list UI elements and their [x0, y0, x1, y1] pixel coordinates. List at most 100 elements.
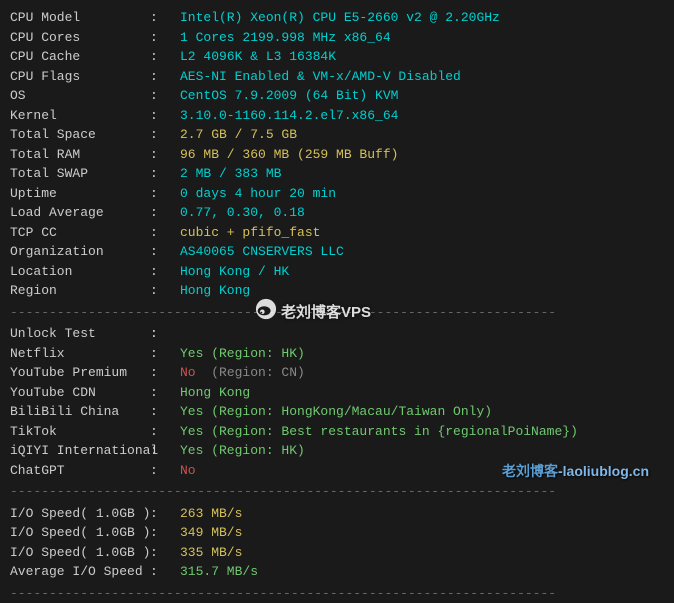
separator: : — [150, 145, 180, 165]
separator: : — [150, 324, 180, 344]
separator: : — [150, 523, 180, 543]
value: Yes (Region: HK) — [180, 441, 664, 461]
value: Intel(R) Xeon(R) CPU E5-2660 v2 @ 2.20GH… — [180, 8, 664, 28]
separator: : — [150, 223, 180, 243]
label: Organization — [10, 242, 150, 262]
row-os: OS: CentOS 7.9.2009 (64 Bit) KVM — [10, 86, 664, 106]
divider: ----------------------------------------… — [10, 584, 664, 603]
separator: : — [150, 363, 180, 383]
separator: : — [150, 125, 180, 145]
separator: : — [150, 86, 180, 106]
row-tiktok: TikTok: Yes (Region: Best restaurants in… — [10, 422, 664, 442]
row-cpu-cache: CPU Cache: L2 4096K & L3 16384K — [10, 47, 664, 67]
label: YouTube Premium — [10, 363, 150, 383]
value: No (Region: CN) — [180, 363, 664, 383]
watermark-text: 老刘博客VPS — [281, 302, 371, 325]
label: Total RAM — [10, 145, 150, 165]
label: iQIYI International — [10, 441, 150, 461]
watermark-suffix: -laoliublog.cn — [558, 463, 649, 479]
value: Yes (Region: HongKong/Macau/Taiwan Only) — [180, 402, 664, 422]
label: ChatGPT — [10, 461, 150, 481]
row-location: Location: Hong Kong / HK — [10, 262, 664, 282]
label: Location — [10, 262, 150, 282]
separator: : — [150, 461, 180, 481]
value: 2.7 GB / 7.5 GB — [180, 125, 664, 145]
label: CPU Flags — [10, 67, 150, 87]
row-youtube-cdn: YouTube CDN: Hong Kong — [10, 383, 664, 403]
row-total-space: Total Space: 2.7 GB / 7.5 GB — [10, 125, 664, 145]
value: Hong Kong — [180, 281, 664, 301]
watermark-bottom: 老刘博客-laoliublog.cn — [502, 461, 649, 482]
separator: : — [150, 203, 180, 223]
value: 263 MB/s — [180, 504, 664, 524]
label: Total SWAP — [10, 164, 150, 184]
row-iqiyi: iQIYI International: Yes (Region: HK) — [10, 441, 664, 461]
separator: : — [150, 543, 180, 563]
separator: : — [150, 28, 180, 48]
row-cpu-flags: CPU Flags: AES-NI Enabled & VM-x/AMD-V D… — [10, 67, 664, 87]
separator: : — [150, 47, 180, 67]
separator: : — [150, 164, 180, 184]
separator: : — [150, 344, 180, 364]
value: 0.77, 0.30, 0.18 — [180, 203, 664, 223]
separator: : — [150, 441, 180, 461]
value: AS40065 CNSERVERS LLC — [180, 242, 664, 262]
row-cpu-cores: CPU Cores: 1 Cores 2199.998 MHz x86_64 — [10, 28, 664, 48]
value: Yes (Region: HK) — [180, 344, 664, 364]
value: 0 days 4 hour 20 min — [180, 184, 664, 204]
label: CPU Model — [10, 8, 150, 28]
label: TCP CC — [10, 223, 150, 243]
label: I/O Speed( 1.0GB ) — [10, 523, 150, 543]
value: 96 MB / 360 MB (259 MB Buff) — [180, 145, 664, 165]
value: 2 MB / 383 MB — [180, 164, 664, 184]
row-netflix: Netflix: Yes (Region: HK) — [10, 344, 664, 364]
row-load-avg: Load Average: 0.77, 0.30, 0.18 — [10, 203, 664, 223]
row-io-2: I/O Speed( 1.0GB ): 349 MB/s — [10, 523, 664, 543]
value: CentOS 7.9.2009 (64 Bit) KVM — [180, 86, 664, 106]
row-uptime: Uptime: 0 days 4 hour 20 min — [10, 184, 664, 204]
separator: : — [150, 242, 180, 262]
separator: : — [150, 504, 180, 524]
row-io-3: I/O Speed( 1.0GB ): 335 MB/s — [10, 543, 664, 563]
row-total-swap: Total SWAP: 2 MB / 383 MB — [10, 164, 664, 184]
value: 315.7 MB/s — [180, 562, 664, 582]
label: Average I/O Speed — [10, 562, 150, 582]
label: Unlock Test — [10, 324, 150, 344]
value: L2 4096K & L3 16384K — [180, 47, 664, 67]
row-bilibili: BiliBili China: Yes (Region: HongKong/Ma… — [10, 402, 664, 422]
label: BiliBili China — [10, 402, 150, 422]
weibo-icon — [255, 298, 277, 328]
separator: : — [150, 402, 180, 422]
separator: : — [150, 262, 180, 282]
label: CPU Cores — [10, 28, 150, 48]
label: I/O Speed( 1.0GB ) — [10, 504, 150, 524]
label: Kernel — [10, 106, 150, 126]
label: CPU Cache — [10, 47, 150, 67]
divider: ----------------------------------------… — [10, 482, 664, 502]
row-io-avg: Average I/O Speed: 315.7 MB/s — [10, 562, 664, 582]
watermark-center: 老刘博客VPS — [255, 298, 371, 328]
row-kernel: Kernel: 3.10.0-1160.114.2.el7.x86_64 — [10, 106, 664, 126]
value: 335 MB/s — [180, 543, 664, 563]
value: Hong Kong — [180, 383, 664, 403]
separator: : — [150, 8, 180, 28]
label: Uptime — [10, 184, 150, 204]
label: TikTok — [10, 422, 150, 442]
watermark-prefix: 老刘博客 — [502, 463, 558, 479]
label: OS — [10, 86, 150, 106]
label: Load Average — [10, 203, 150, 223]
value: Yes (Region: Best restaurants in {region… — [180, 422, 664, 442]
value: Hong Kong / HK — [180, 262, 664, 282]
separator: : — [150, 383, 180, 403]
separator: : — [150, 562, 180, 582]
label: I/O Speed( 1.0GB ) — [10, 543, 150, 563]
row-cpu-model: CPU Model: Intel(R) Xeon(R) CPU E5-2660 … — [10, 8, 664, 28]
value: 349 MB/s — [180, 523, 664, 543]
row-total-ram: Total RAM: 96 MB / 360 MB (259 MB Buff) — [10, 145, 664, 165]
row-io-1: I/O Speed( 1.0GB ): 263 MB/s — [10, 504, 664, 524]
separator: : — [150, 184, 180, 204]
row-youtube-premium: YouTube Premium: No (Region: CN) — [10, 363, 664, 383]
value: cubic + pfifo_fast — [180, 223, 664, 243]
label: Netflix — [10, 344, 150, 364]
value: AES-NI Enabled & VM-x/AMD-V Disabled — [180, 67, 664, 87]
